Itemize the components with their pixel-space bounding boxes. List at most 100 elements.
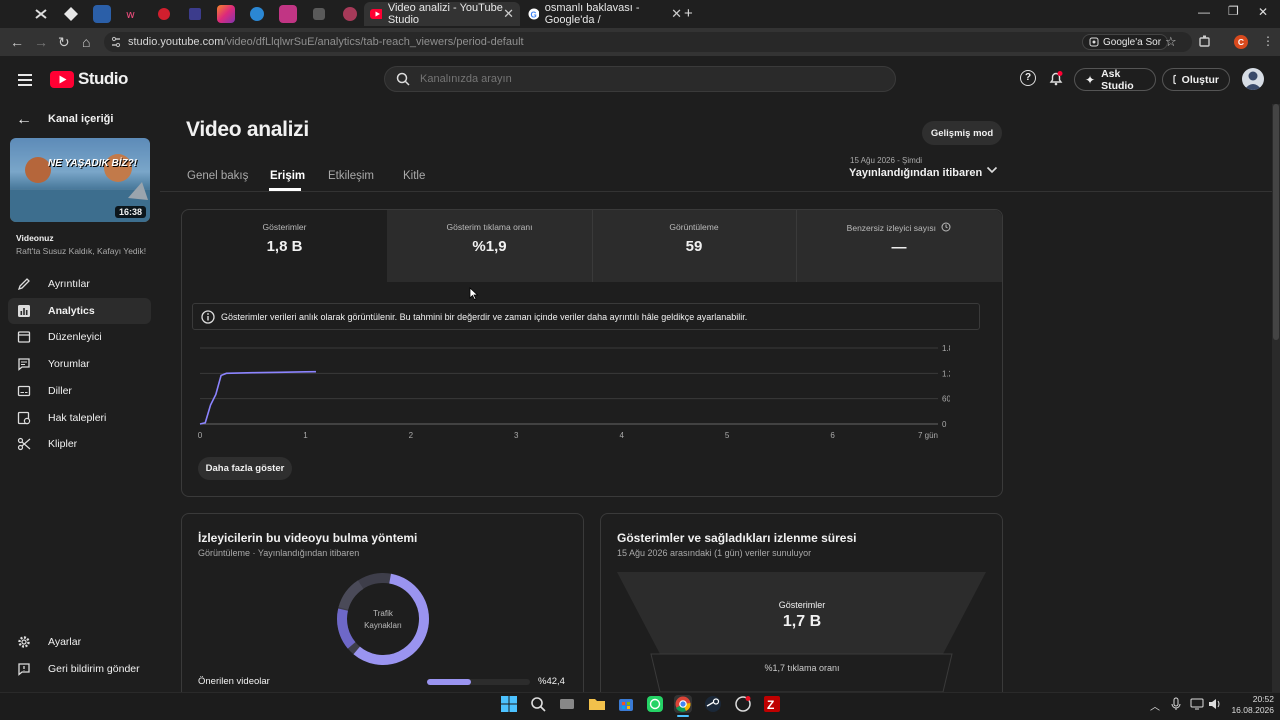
search-input[interactable] xyxy=(420,70,860,88)
lens-icon xyxy=(1089,37,1099,47)
metric-label: Gösterim tıklama oranı xyxy=(446,222,533,232)
advanced-mode-button[interactable]: Gelişmiş mod xyxy=(922,121,1002,145)
reload-icon[interactable]: ↻ xyxy=(58,34,70,51)
close-window-button[interactable]: ✕ xyxy=(1258,5,1268,19)
close-tab-icon[interactable]: ✕ xyxy=(503,6,514,22)
pinned-tab-icon[interactable] xyxy=(310,5,328,23)
studio-logo[interactable]: Studio xyxy=(50,69,128,89)
back-arrow-icon[interactable]: ← xyxy=(10,34,24,50)
channel-content-link[interactable]: Kanal içeriği xyxy=(48,113,113,125)
tab-overview[interactable]: Genel bakış xyxy=(187,170,248,182)
editor-icon xyxy=(16,329,32,345)
help-icon[interactable]: ? xyxy=(1020,70,1036,86)
pinned-tab-icon[interactable] xyxy=(93,5,111,23)
info-icon xyxy=(201,309,215,324)
bookmark-star-icon[interactable]: ☆ xyxy=(1165,34,1177,50)
windows-start-icon[interactable] xyxy=(500,695,518,713)
show-more-button[interactable]: Daha fazla göster xyxy=(198,457,292,480)
sidebar-item-comments[interactable]: Yorumlar xyxy=(8,351,151,377)
sidebar-item-languages[interactable]: Diller xyxy=(8,378,151,404)
sidebar-item-editor[interactable]: Düzenleyici xyxy=(8,324,151,350)
analytics-icon xyxy=(16,303,32,319)
tab-engagement[interactable]: Etkileşim xyxy=(328,170,374,182)
clock-icon xyxy=(941,222,951,232)
taskbar-search-icon[interactable] xyxy=(529,695,547,713)
show-hidden-icons-chevron[interactable]: ︿ xyxy=(1150,698,1160,713)
pinned-tab-icon[interactable] xyxy=(341,5,359,23)
pinned-tab-icon[interactable] xyxy=(32,5,50,23)
steam-icon[interactable] xyxy=(704,695,722,713)
url-host: studio.youtube.com xyxy=(128,36,224,48)
sidebar-item-clips[interactable]: Klipler xyxy=(8,431,151,457)
tab-reach[interactable]: Erişim xyxy=(270,170,305,182)
close-tab-icon[interactable]: ✕ xyxy=(671,6,682,22)
app-icon[interactable] xyxy=(734,695,752,713)
pinned-tab-icon[interactable] xyxy=(155,5,173,23)
impressions-funnel xyxy=(617,572,986,692)
metric-views[interactable]: Görüntüleme 59 xyxy=(592,210,796,282)
source-row-bar-fill xyxy=(427,679,471,685)
tab-label: osmanlı baklavası - Google'da / xyxy=(544,2,640,26)
browser-menu-icon[interactable]: ⋮ xyxy=(1262,34,1274,48)
metric-label: Gösterimler xyxy=(262,222,307,232)
pinned-tab-icon[interactable] xyxy=(248,5,266,23)
sidebar-item-analytics[interactable]: Analytics xyxy=(8,298,151,324)
create-button[interactable]: Oluştur xyxy=(1162,68,1230,91)
filezilla-icon[interactable]: Z xyxy=(763,695,781,713)
menu-hamburger-icon[interactable] xyxy=(18,71,32,89)
pinned-tab-icon[interactable] xyxy=(62,5,80,23)
metric-label: Benzersiz izleyici sayısı xyxy=(846,223,936,233)
sidebar-item-label: Diller xyxy=(48,385,72,397)
period-date: 15 Ağu 2026 - Şimdi xyxy=(850,156,923,165)
donut-label-line: Trafik xyxy=(373,609,393,618)
url-path: /video/dfLlqlwrSuE/analytics/tab-reach_v… xyxy=(223,36,524,48)
avatar[interactable] xyxy=(1242,68,1264,90)
profile-avatar[interactable]: C xyxy=(1234,35,1248,49)
task-view-icon[interactable] xyxy=(558,695,576,713)
back-arrow-icon[interactable]: ← xyxy=(16,111,32,129)
file-explorer-icon[interactable] xyxy=(588,695,606,713)
minimize-button[interactable]: — xyxy=(1198,5,1210,19)
taskbar-clock[interactable]: 20:52 16.08.2026 xyxy=(1230,694,1274,716)
site-info-icon[interactable] xyxy=(110,36,122,48)
restore-button[interactable]: ❐ xyxy=(1228,4,1239,18)
extensions-icon[interactable] xyxy=(1198,34,1212,48)
svg-text:G: G xyxy=(531,11,537,20)
google-sor-button[interactable]: Google'a Sor xyxy=(1082,34,1169,50)
microphone-icon[interactable] xyxy=(1170,697,1182,711)
tab-youtube-studio[interactable]: Video analizi - YouTube Studio ✕ xyxy=(364,2,520,26)
pinned-tab-icon[interactable]: w xyxy=(124,5,142,23)
video-label: Videonuz xyxy=(16,233,54,243)
forward-arrow-icon[interactable]: → xyxy=(34,34,48,50)
source-row-bar-track xyxy=(427,679,530,685)
tab-google-search[interactable]: G osmanlı baklavası - Google'da / ✕ xyxy=(522,2,688,26)
sidebar-item-feedback[interactable]: Geri bildirim gönder xyxy=(8,656,151,682)
duration-badge: 16:38 xyxy=(114,206,146,218)
home-icon[interactable]: ⌂ xyxy=(82,34,90,50)
pinned-tab-icon[interactable] xyxy=(186,5,204,23)
youtube-logo-icon xyxy=(50,70,74,88)
scrollbar-thumb[interactable] xyxy=(1273,104,1279,340)
network-icon[interactable] xyxy=(1190,697,1204,711)
ask-studio-button[interactable]: ✦ Ask Studio xyxy=(1074,68,1156,92)
video-thumbnail[interactable]: NE YAŞADIK BİZ?! 16:38 xyxy=(10,138,150,222)
tab-audience[interactable]: Kitle xyxy=(403,170,425,182)
sidebar-item-settings[interactable]: Ayarlar xyxy=(8,629,151,655)
sidebar-item-details[interactable]: Ayrıntılar xyxy=(8,271,151,297)
new-tab-button[interactable]: + xyxy=(684,5,693,22)
metric-ctr[interactable]: Gösterim tıklama oranı %1,9 xyxy=(387,210,592,282)
whatsapp-icon[interactable] xyxy=(646,695,664,713)
sidebar-item-label: Yorumlar xyxy=(48,358,90,370)
search-icon[interactable] xyxy=(396,72,410,86)
period-label[interactable]: Yayınlandığından itibaren xyxy=(849,167,982,179)
notifications-bell-icon[interactable] xyxy=(1048,70,1064,86)
chrome-icon[interactable] xyxy=(674,695,692,713)
instagram-icon[interactable] xyxy=(279,5,297,23)
sidebar-item-claims[interactable]: Hak talepleri xyxy=(8,405,151,431)
instagram-icon[interactable] xyxy=(217,5,235,23)
metric-impressions[interactable]: Gösterimler 1,8 B xyxy=(182,210,387,282)
metric-unique-viewers[interactable]: Benzersiz izleyici sayısı — xyxy=(796,210,1002,282)
volume-icon[interactable] xyxy=(1208,697,1222,711)
chevron-down-icon[interactable] xyxy=(986,164,998,174)
store-icon[interactable] xyxy=(617,695,635,713)
